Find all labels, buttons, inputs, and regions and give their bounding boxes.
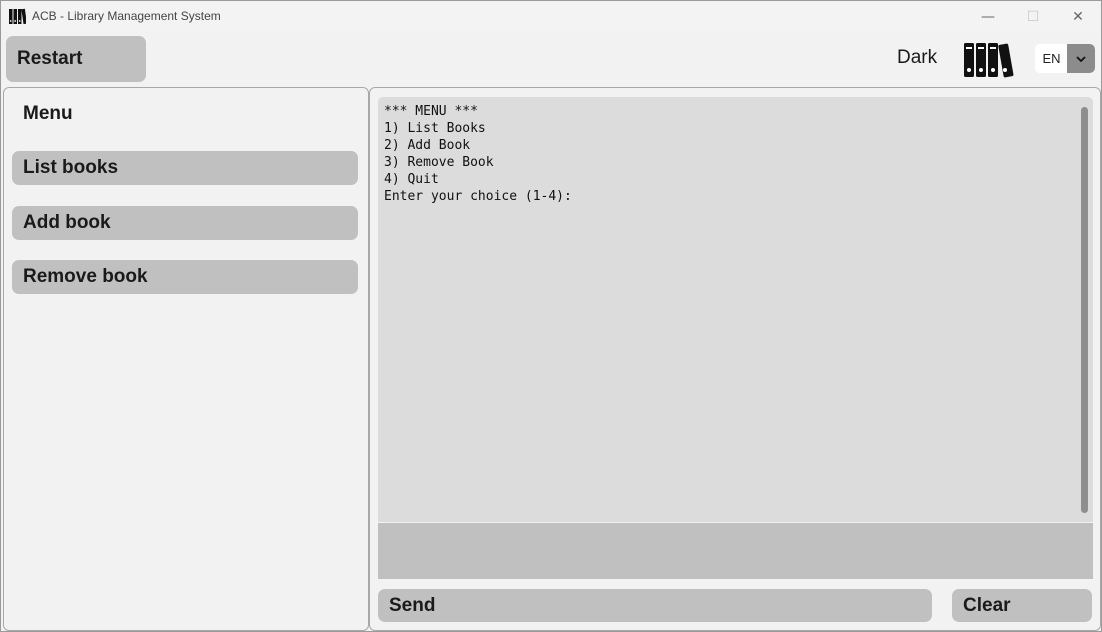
main-panel: *** MENU *** 1) List Books 2) Add Book 3… xyxy=(369,87,1101,631)
title-bar[interactable]: ACB - Library Management System — ☐ ✕ xyxy=(1,1,1101,32)
send-button[interactable]: Send xyxy=(378,589,932,622)
remove-book-button[interactable]: Remove book xyxy=(12,260,358,294)
clear-button[interactable]: Clear xyxy=(952,589,1092,622)
language-value: EN xyxy=(1042,51,1061,66)
console-text: *** MENU *** 1) List Books 2) Add Book 3… xyxy=(384,104,572,204)
maximize-button[interactable]: ☐ xyxy=(1010,1,1056,32)
theme-toggle[interactable]: Dark xyxy=(897,47,937,69)
restart-button[interactable]: Restart xyxy=(6,36,146,82)
console-output: *** MENU *** 1) List Books 2) Add Book 3… xyxy=(378,97,1093,522)
close-button[interactable]: ✕ xyxy=(1055,1,1101,32)
sidebar: Menu List books Add book Remove book xyxy=(3,87,369,631)
language-select[interactable]: EN xyxy=(1035,44,1095,73)
console-scrollbar[interactable] xyxy=(1081,107,1088,513)
add-book-button[interactable]: Add book xyxy=(12,206,358,240)
app-window: ACB - Library Management System — ☐ ✕ Re… xyxy=(0,0,1102,632)
menu-title: Menu xyxy=(23,103,73,124)
bookshelf-icon xyxy=(9,8,26,25)
minimize-button[interactable]: — xyxy=(965,1,1011,32)
command-input[interactable] xyxy=(378,523,1093,579)
chevron-down-icon[interactable] xyxy=(1067,44,1095,73)
list-books-button[interactable]: List books xyxy=(12,151,358,185)
window-title: ACB - Library Management System xyxy=(32,9,221,23)
bookshelf-icon xyxy=(964,43,1014,78)
